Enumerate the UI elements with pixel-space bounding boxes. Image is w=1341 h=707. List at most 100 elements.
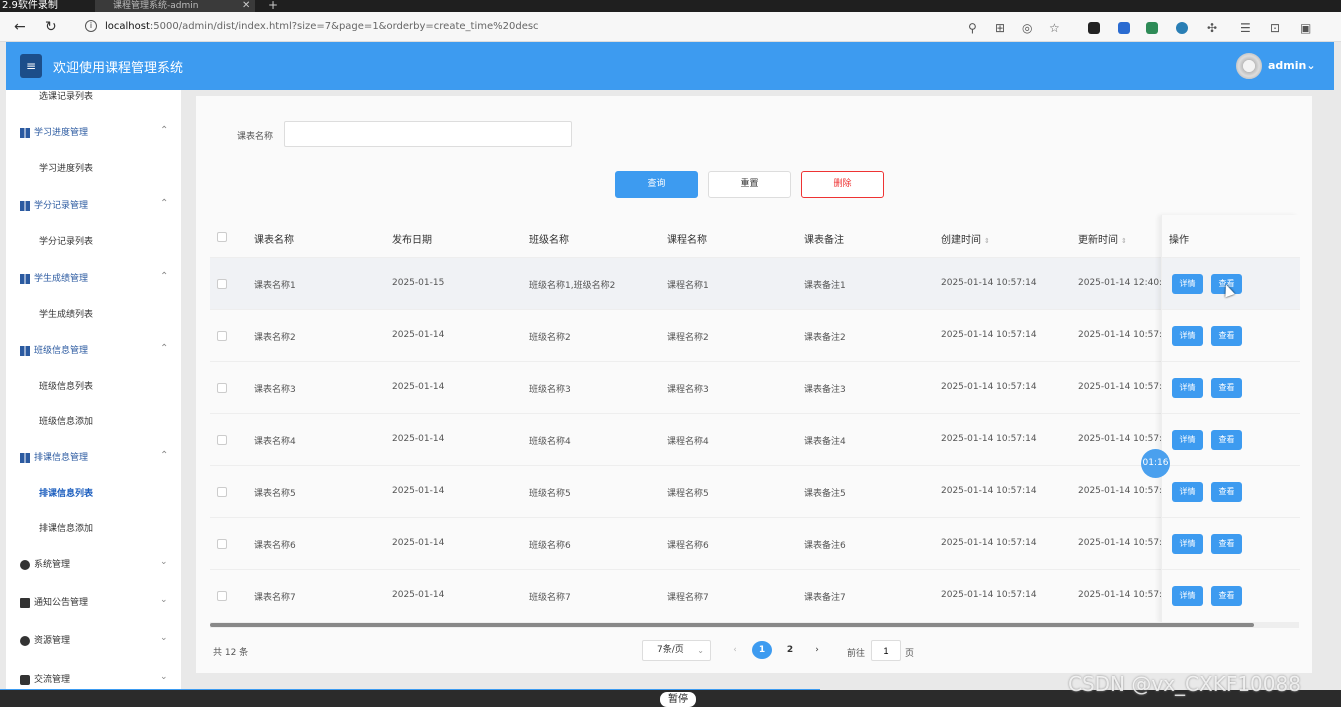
row-checkbox[interactable] (217, 331, 227, 341)
prev-page-icon[interactable]: ‹ (725, 641, 745, 659)
view-button[interactable]: 查看 (1211, 482, 1242, 502)
header-create-time[interactable]: 创建时间 ⇕ (941, 231, 990, 246)
header-update-time[interactable]: 更新时间 ⇕ (1078, 231, 1127, 246)
goto-page-input[interactable] (871, 640, 901, 661)
collections-icon[interactable]: ⊡ (1270, 21, 1280, 35)
chevron-down-icon: ⌄ (697, 646, 704, 655)
grid-icon (20, 273, 30, 284)
sidebar-item-schedule-info-add[interactable]: 排课信息添加 (39, 521, 93, 534)
select-all-checkbox[interactable] (217, 232, 227, 242)
extension-4-icon[interactable] (1176, 22, 1188, 34)
browser-toolbar: ← ↻ i localhost:5000/admin/dist/index.htm… (0, 12, 1341, 42)
page-1-button[interactable]: 1 (752, 641, 772, 659)
sidebar-group-system[interactable]: 系统管理 ⌄ (20, 557, 168, 570)
cell-publish-date: 2025-01-14 (392, 538, 445, 548)
detail-button[interactable]: 详情 (1172, 534, 1203, 554)
apps-icon[interactable]: ⊞ (995, 21, 1005, 35)
table-row[interactable]: 课表名称7 2025-01-14 班级名称7 课程名称7 课表备注7 2025-01-14… (210, 569, 1299, 621)
close-tab-icon[interactable]: ✕ (242, 0, 250, 12)
cell-remark: 课表备注5 (804, 489, 846, 499)
horizontal-scrollbar-thumb[interactable] (210, 623, 1254, 627)
sidebar-group-notices[interactable]: 通知公告管理 ⌄ (20, 595, 168, 608)
translate-icon[interactable]: ◎ (1022, 21, 1032, 35)
user-menu[interactable]: admin⌄ (1268, 59, 1316, 72)
sidebar-group-study-progress[interactable]: 学习进度管理 ⌃ (20, 125, 168, 138)
back-icon[interactable]: ← (14, 19, 26, 35)
delete-button[interactable]: 删除 (801, 171, 884, 198)
sidebar-group-credit-records[interactable]: 学分记录管理 ⌃ (20, 198, 168, 211)
reload-icon[interactable]: ↻ (45, 19, 57, 35)
cell-create-time: 2025-01-14 10:57:14 (941, 538, 1037, 548)
cell-publish-date: 2025-01-14 (392, 590, 445, 600)
header-publish-date: 发布日期 (392, 235, 432, 246)
sidebar-group-communication[interactable]: 交流管理 ⌄ (20, 672, 168, 685)
row-checkbox[interactable] (217, 539, 227, 549)
grid-icon (20, 452, 30, 463)
sidebar-item-class-info-list[interactable]: 班级信息列表 (39, 379, 93, 392)
sort-icon[interactable]: ⇕ (984, 237, 990, 245)
sidebar-group-student-grades[interactable]: 学生成绩管理 ⌃ (20, 271, 168, 284)
sidebar-item-class-info-add[interactable]: 班级信息添加 (39, 414, 93, 427)
extension-3-icon[interactable] (1146, 22, 1158, 34)
table-row[interactable]: 课表名称1 2025-01-15 班级名称1,班级名称2 课程名称1 课表备注1 2025… (210, 257, 1299, 309)
view-button[interactable]: 查看 (1211, 534, 1242, 554)
page-size-select[interactable]: 7条/页 ⌄ (642, 640, 711, 661)
detail-button[interactable]: 详情 (1172, 326, 1203, 346)
cell-class-name: 班级名称1,班级名称2 (529, 281, 616, 291)
table-row[interactable]: 课表名称6 2025-01-14 班级名称6 课程名称6 课表备注6 2025-01-14… (210, 517, 1299, 569)
row-checkbox[interactable] (217, 279, 227, 289)
new-tab-icon[interactable]: + (268, 0, 278, 11)
chevron-up-icon: ⌃ (160, 343, 169, 354)
reset-button[interactable]: 重置 (708, 171, 791, 198)
sidebar-item-course-selection-list[interactable]: 选课记录列表 (39, 90, 93, 102)
favorite-star-icon[interactable]: ☆ (1049, 21, 1060, 35)
query-button[interactable]: 查询 (615, 171, 698, 198)
sidebar-group-resources[interactable]: 资源管理 ⌄ (20, 633, 168, 646)
extensions-puzzle-icon[interactable]: ✣ (1207, 21, 1217, 35)
detail-button[interactable]: 详情 (1172, 378, 1203, 398)
address-bar[interactable]: i localhost:5000/admin/dist/index.html?si… (73, 17, 1073, 37)
next-page-icon[interactable]: › (807, 641, 827, 659)
chevron-down-icon: ⌄ (160, 595, 168, 605)
table-row[interactable]: 课表名称4 2025-01-14 班级名称4 课程名称4 课表备注4 2025-01-14… (210, 413, 1299, 465)
table-row[interactable]: 课表名称3 2025-01-14 班级名称3 课程名称3 课表备注3 2025-01-14… (210, 361, 1299, 413)
cell-publish-date: 2025-01-14 (392, 486, 445, 496)
sidebar-group-schedule-info[interactable]: 排课信息管理 ⌃ (20, 450, 168, 463)
header-actions: 操作 (1169, 235, 1189, 246)
view-button[interactable]: 查看 (1211, 326, 1242, 346)
avatar[interactable] (1236, 53, 1262, 79)
sidebar-group-label: 资源管理 (34, 636, 71, 646)
detail-button[interactable]: 详情 (1172, 430, 1203, 450)
favorites-list-icon[interactable]: ☰ (1240, 21, 1251, 35)
detail-button[interactable]: 详情 (1172, 482, 1203, 502)
extension-2-icon[interactable] (1118, 22, 1130, 34)
browser-tab[interactable]: 课程管理系统-admin (95, 0, 255, 12)
sidebar-group-class-info[interactable]: 班级信息管理 ⌃ (20, 343, 168, 356)
sidebar-toggle-icon[interactable]: ▣ (1300, 21, 1311, 35)
extension-1-icon[interactable] (1088, 22, 1100, 34)
row-checkbox[interactable] (217, 487, 227, 497)
row-checkbox[interactable] (217, 383, 227, 393)
view-button[interactable]: 查看 (1211, 586, 1242, 606)
sidebar-item-schedule-info-list[interactable]: 排课信息列表 (39, 486, 93, 499)
menu-toggle-icon[interactable]: ≡ (20, 54, 42, 78)
sidebar-item-study-progress-list[interactable]: 学习进度列表 (39, 161, 93, 174)
sort-icon[interactable]: ⇕ (1121, 237, 1127, 245)
sidebar-item-student-grades-list[interactable]: 学生成绩列表 (39, 307, 93, 320)
chevron-down-icon: ⌄ (160, 633, 168, 643)
pause-button[interactable]: 暂停 (660, 692, 696, 707)
row-checkbox[interactable] (217, 435, 227, 445)
view-button[interactable]: 查看 (1211, 430, 1242, 450)
row-checkbox[interactable] (217, 591, 227, 601)
view-button[interactable]: 查看 (1211, 378, 1242, 398)
table-row[interactable]: 课表名称2 2025-01-14 班级名称2 课程名称2 课表备注2 2025-01-14… (210, 309, 1299, 361)
detail-button[interactable]: 详情 (1172, 586, 1203, 606)
course-table-name-input[interactable] (284, 121, 572, 147)
detail-button[interactable]: 详情 (1172, 274, 1203, 294)
page-2-button[interactable]: 2 (780, 641, 800, 659)
sidebar-group-label: 交流管理 (34, 675, 71, 685)
table-row[interactable]: 课表名称5 2025-01-14 班级名称5 课程名称5 课表备注5 2025-01-14… (210, 465, 1299, 517)
site-info-icon[interactable]: i (85, 20, 97, 32)
sidebar-item-credit-records-list[interactable]: 学分记录列表 (39, 234, 93, 247)
key-icon[interactable]: ⚲ (968, 21, 977, 35)
